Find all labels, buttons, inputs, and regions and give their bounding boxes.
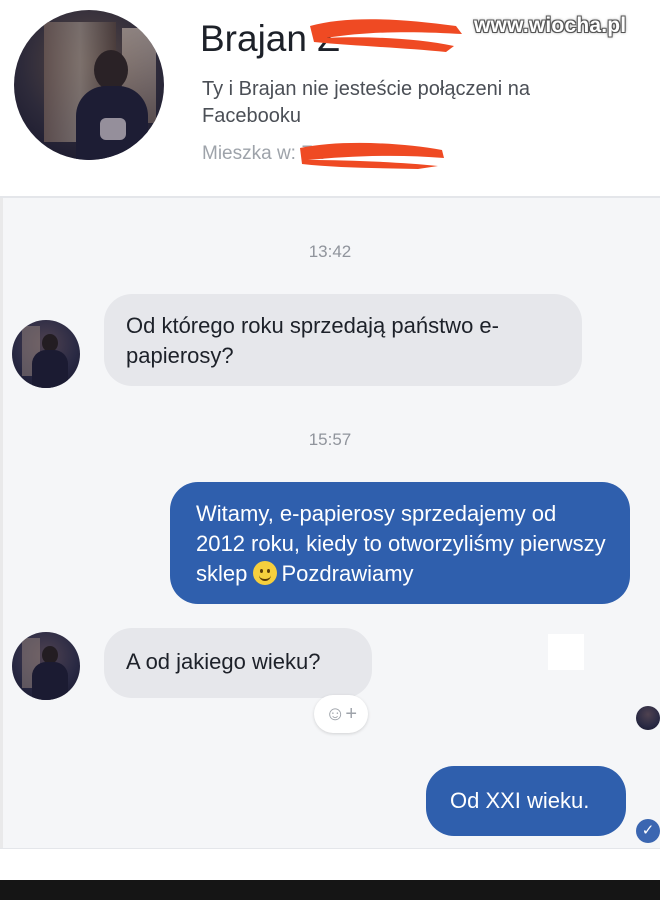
message-text: Od XXI wieku. <box>450 788 590 813</box>
contact-avatar-small[interactable] <box>12 632 80 700</box>
outgoing-message-bubble[interactable]: Witamy, e-papierosy sprzedajemy od 2012 … <box>170 482 630 604</box>
message-timestamp: 15:57 <box>308 430 352 449</box>
site-watermark: www.wiocha.pl <box>474 14 627 37</box>
avatar-person-head <box>94 50 128 90</box>
conversation-header: Brajan Z Ty i Brajan nie jesteście połąc… <box>0 0 660 198</box>
message-timestamp: 13:42 <box>308 242 352 261</box>
message-text: A od jakiego wieku? <box>126 649 321 674</box>
outgoing-message-bubble[interactable]: Od XXI wieku. <box>426 766 626 836</box>
incoming-message-bubble[interactable]: Od którego roku sprzedają państwo e-papi… <box>104 294 582 386</box>
add-reaction-icon: ☺+ <box>324 703 358 725</box>
avatar-person-body <box>32 662 68 700</box>
message-text: Od którego roku sprzedają państwo e-papi… <box>126 313 499 368</box>
incoming-message-bubble[interactable]: A od jakiego wieku? <box>104 628 372 698</box>
smiling-face-emoji-icon <box>253 561 278 585</box>
avatar-shirt-print <box>100 118 126 140</box>
connection-note: Ty i Brajan nie jesteście połączeni na F… <box>202 78 530 127</box>
location-redaction-scribble <box>300 142 444 169</box>
add-reaction-button[interactable]: ☺+ <box>314 695 368 733</box>
profile-avatar[interactable] <box>14 10 164 160</box>
blank-placeholder <box>548 634 584 670</box>
bottom-black-bar <box>0 880 660 900</box>
message-text-continued: Pozdrawiamy <box>281 561 414 586</box>
contact-avatar-small[interactable] <box>12 320 80 388</box>
sent-check-icon: ✓ <box>636 819 660 843</box>
composer-area <box>0 848 660 881</box>
read-receipt-avatar <box>636 706 660 730</box>
avatar-person-body <box>32 350 68 388</box>
header-divider <box>0 196 660 198</box>
name-redaction-scribble <box>310 19 462 52</box>
